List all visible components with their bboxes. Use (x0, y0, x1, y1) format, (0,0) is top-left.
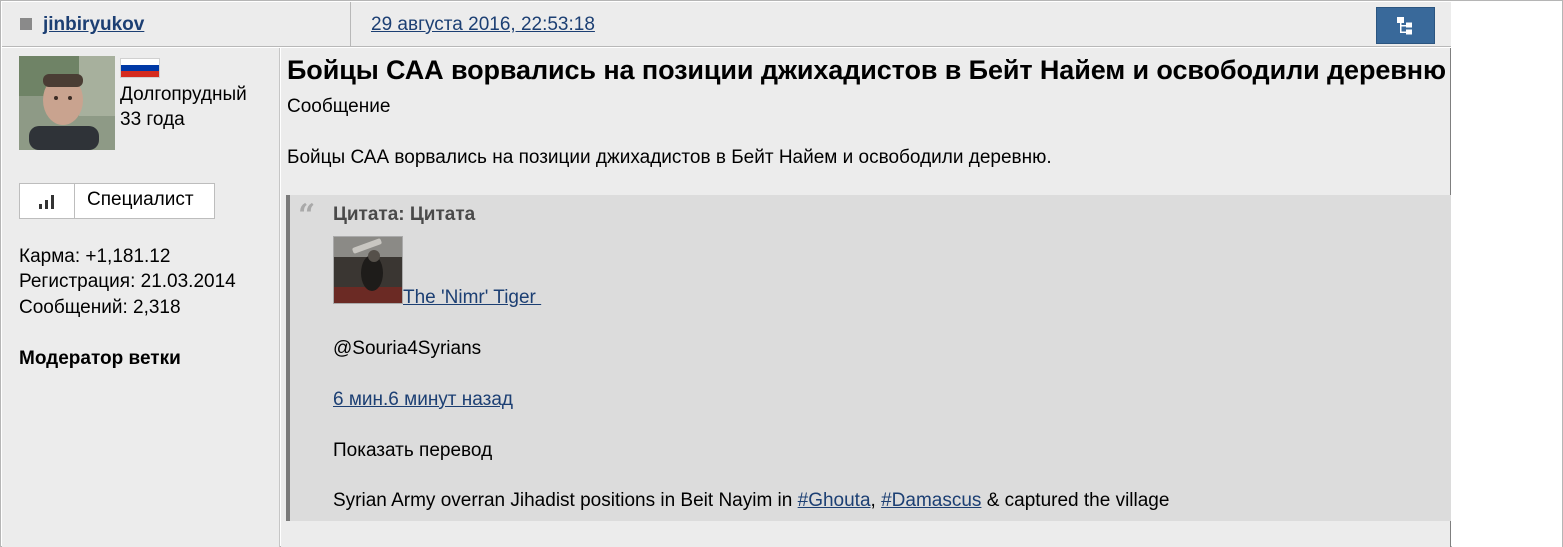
author-message-count: Сообщений: 2,318 (19, 297, 181, 318)
offline-status-icon (20, 18, 32, 30)
post-label: Сообщение (287, 96, 391, 117)
author-sidebar: Долгопрудный 33 года Специалист Карма: +… (2, 48, 280, 547)
rank-label: Специалист (87, 189, 194, 210)
tree-view-button[interactable] (1376, 7, 1435, 44)
post-header: jinbiryukov 29 августа 2016, 22:53:18 (2, 2, 1451, 47)
username-link[interactable]: jinbiryukov (43, 14, 144, 36)
author-registration: Регистрация: 21.03.2014 (19, 271, 236, 292)
author-city: Долгопрудный (120, 84, 247, 105)
tweet-time-link[interactable]: 6 мин.6 минут назад (333, 389, 513, 411)
signal-bars-icon[interactable] (20, 184, 75, 218)
tweet-text-separator: , (870, 490, 882, 511)
tweet-text-start: Syrian Army overran Jihadist positions i… (333, 490, 798, 511)
tweet-text: Syrian Army overran Jihadist positions i… (333, 490, 1169, 512)
post-body: Бойцы САА ворвались на позиции джихадист… (287, 147, 1052, 168)
hashtag-ghouta-link[interactable]: #Ghouta (798, 490, 871, 511)
right-margin (1452, 2, 1562, 547)
author-karma: Карма: +1,181.12 (19, 246, 171, 267)
avatar[interactable] (19, 56, 115, 150)
tweet-handle: @Souria4Syrians (333, 338, 482, 359)
quote-title: Цитата: Цитата (333, 204, 476, 225)
russia-flag-icon (120, 58, 160, 78)
author-rank: Специалист (19, 183, 215, 219)
quote-block: “ Цитата: Цитата The 'Nimr' Tiger @Souri… (286, 195, 1451, 521)
hashtag-damascus-link[interactable]: #Damascus (881, 490, 981, 511)
tweet-text-end: & captured the village (981, 490, 1170, 511)
post-content: Бойцы САА ворвались на позиции джихадист… (281, 48, 1451, 547)
tweet-author-link[interactable]: The 'Nimr' Tiger (403, 287, 541, 309)
author-age: 33 года (120, 109, 185, 130)
forum-post: jinbiryukov 29 августа 2016, 22:53:18 До… (0, 0, 1563, 547)
post-title: Бойцы САА ворвались на позиции джихадист… (287, 55, 1446, 85)
tweet-author-avatar[interactable] (333, 236, 403, 304)
post-header-user-cell: jinbiryukov (2, 2, 351, 47)
tweet-translate: Показать перевод (333, 440, 493, 461)
post-date-link[interactable]: 29 августа 2016, 22:53:18 (371, 14, 595, 36)
author-role: Модератор ветки (19, 348, 181, 369)
quote-mark-icon: “ (298, 198, 316, 233)
tree-structure-icon (1397, 17, 1412, 35)
